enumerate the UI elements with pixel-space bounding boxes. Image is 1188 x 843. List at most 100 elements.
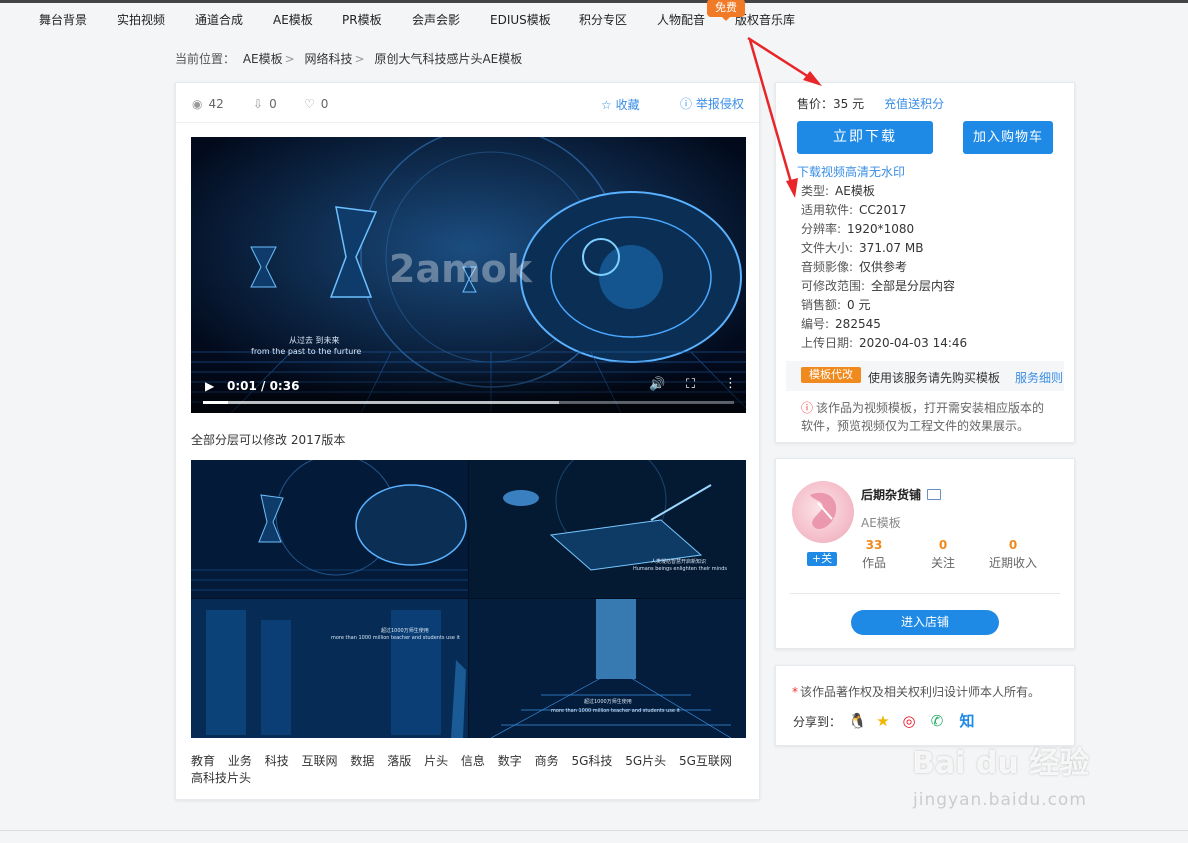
info-row-resolution: 分辨率: 1920*1080: [801, 220, 967, 239]
nav-item-vegas[interactable]: 会声会影: [412, 11, 460, 28]
star-icon: ☆: [601, 98, 612, 112]
recharge-link[interactable]: 充值送积分: [884, 97, 944, 111]
preview-panel4-cn: 超过1000万师生使用: [584, 698, 632, 705]
info-key: 类型:: [801, 184, 830, 198]
tag[interactable]: 片头: [424, 754, 448, 768]
info-value: 371.07 MB: [859, 241, 924, 255]
nav-item-pr[interactable]: PR模板: [342, 11, 382, 28]
breadcrumb-item-current: 原创大气科技感片头AE模板: [374, 52, 523, 66]
author-card: +关 后期杂货铺 AE模板 33 作品 0 关注 0 近期收入 进入店铺: [775, 458, 1075, 649]
download-icon: ⇩: [253, 97, 264, 111]
info-row-filesize: 文件大小: 371.07 MB: [801, 239, 967, 258]
favorite-label: 收藏: [615, 98, 640, 112]
tag[interactable]: 5G科技: [571, 754, 612, 768]
info-row-software: 适用软件: CC2017: [801, 201, 967, 220]
tag[interactable]: 互联网: [302, 754, 338, 768]
video-subtitle-cn: 从过去 到未来: [289, 335, 340, 345]
volume-icon[interactable]: 🔊: [649, 377, 665, 392]
video-buffered-bar: [203, 401, 559, 404]
breadcrumb-item-ae[interactable]: AE模板: [243, 52, 283, 66]
fullscreen-icon[interactable]: ⛶: [686, 377, 695, 392]
zhihu-icon[interactable]: 知: [958, 712, 976, 730]
nav-item-voice[interactable]: 人物配音: [657, 11, 705, 28]
info-row-type: 类型: AE模板: [801, 182, 967, 201]
qq-icon[interactable]: 🐧: [848, 712, 867, 730]
tag[interactable]: 业务: [228, 754, 252, 768]
info-key: 音频影像:: [801, 260, 854, 274]
copyright-text: 该作品著作权及相关权利归设计师本人所有。: [800, 685, 1041, 699]
play-icon[interactable]: ▶: [205, 379, 214, 393]
tag[interactable]: 落版: [387, 754, 411, 768]
nav-item-stage-bg[interactable]: 舞台背景: [39, 11, 87, 28]
hd-download-link[interactable]: 下载视频高清无水印: [797, 163, 905, 180]
eye-icon: ◉: [192, 97, 203, 111]
divider: [790, 593, 1060, 594]
favorite-button[interactable]: ☆ 收藏: [601, 96, 640, 113]
free-badge: 免费: [707, 0, 745, 21]
breadcrumb-separator: >: [284, 52, 295, 66]
enter-shop-button[interactable]: 进入店铺: [851, 610, 999, 635]
info-value: 2020-04-03 14:46: [859, 336, 968, 350]
baidu-watermark: Bai du 经验: [912, 746, 1090, 781]
nav-item-channel[interactable]: 通道合成: [195, 11, 243, 28]
tag[interactable]: 数字: [498, 754, 522, 768]
preview-panel2-cn: 人类凝结智慧开启新知识: [651, 558, 706, 565]
breadcrumb: 当前位置： AE模板 > 网络科技 > 原创大气科技感片头AE模板: [175, 50, 522, 67]
follow-button[interactable]: +关: [807, 552, 837, 566]
info-value: 282545: [835, 317, 881, 331]
info-value: 仅供参考: [859, 260, 908, 274]
tag[interactable]: 5G片头: [625, 754, 666, 768]
avatar-art: [810, 492, 837, 530]
add-to-cart-button[interactable]: 加入购物车: [963, 121, 1053, 154]
info-row-editable: 可修改范围: 全部是分层内容: [801, 277, 967, 296]
price-row: 售价：35 元 充值送积分: [797, 95, 944, 112]
author-name[interactable]: 后期杂货铺: [861, 486, 942, 503]
nav-item-live-video[interactable]: 实拍视频: [117, 11, 165, 28]
weibo-icon[interactable]: ◎: [900, 712, 918, 730]
info-value: CC2017: [859, 203, 907, 217]
view-count-value: 42: [208, 97, 224, 111]
breadcrumb-item-tech[interactable]: 网络科技: [305, 52, 353, 66]
asterisk-icon: *: [792, 685, 798, 699]
warning-icon: ⓘ: [801, 401, 814, 415]
author-name-text: 后期杂货铺: [861, 488, 922, 502]
info-key: 销售额:: [801, 298, 842, 312]
author-stat-following[interactable]: 0 关注: [913, 536, 973, 572]
video-progress-track[interactable]: [203, 401, 734, 404]
info-value: 全部是分层内容: [871, 279, 956, 293]
arrow-to-price: [747, 36, 813, 81]
tag[interactable]: 商务: [535, 754, 559, 768]
download-now-button[interactable]: 立即下载: [797, 121, 933, 154]
tag[interactable]: 信息: [461, 754, 485, 768]
service-detail-link[interactable]: 服务细则: [1015, 369, 1063, 386]
alert-icon: ⓘ: [680, 97, 693, 111]
tag[interactable]: 科技: [265, 754, 289, 768]
author-stat-income: 0 近期收入: [983, 536, 1043, 572]
template-caption: 全部分层可以修改 2017版本: [191, 433, 346, 447]
tag[interactable]: 5G互联网: [679, 754, 732, 768]
info-value: 1920*1080: [847, 222, 915, 236]
tag[interactable]: 数据: [350, 754, 374, 768]
qzone-star-icon[interactable]: ★: [874, 712, 892, 730]
nav-item-edius[interactable]: EDIUS模板: [490, 11, 551, 28]
report-button[interactable]: ⓘ 举报侵权: [680, 96, 750, 112]
avatar[interactable]: [792, 481, 854, 543]
video-subtitle-en: from the past to the furture: [251, 347, 361, 356]
wechat-icon[interactable]: ✆: [928, 712, 946, 730]
nav-item-points[interactable]: 积分专区: [579, 11, 627, 28]
video-controls: ▶ 0:01 / 0:36 🔊 ⛶ ⋮: [191, 363, 746, 413]
nav-item-ae[interactable]: AE模板: [273, 11, 313, 28]
download-count: ⇩ 0: [253, 97, 277, 111]
tag[interactable]: 教育: [191, 754, 215, 768]
author-category: AE模板: [861, 516, 901, 530]
info-row-upload-date: 上传日期: 2020-04-03 14:46: [801, 334, 967, 353]
author-stat-works[interactable]: 33 作品: [844, 536, 904, 572]
preview-panel3-en: more than 1000 million teacher and stude…: [331, 635, 460, 641]
tag[interactable]: 高科技片头: [191, 771, 251, 785]
more-options-icon[interactable]: ⋮: [724, 376, 737, 391]
video-player[interactable]: 2amok 从过去 到未来 from the past to the furtu…: [191, 137, 746, 413]
info-key: 上传日期:: [801, 336, 854, 350]
video-watermark: 2amok: [389, 247, 533, 291]
info-key: 分辨率:: [801, 222, 842, 236]
info-key: 编号:: [801, 317, 830, 331]
